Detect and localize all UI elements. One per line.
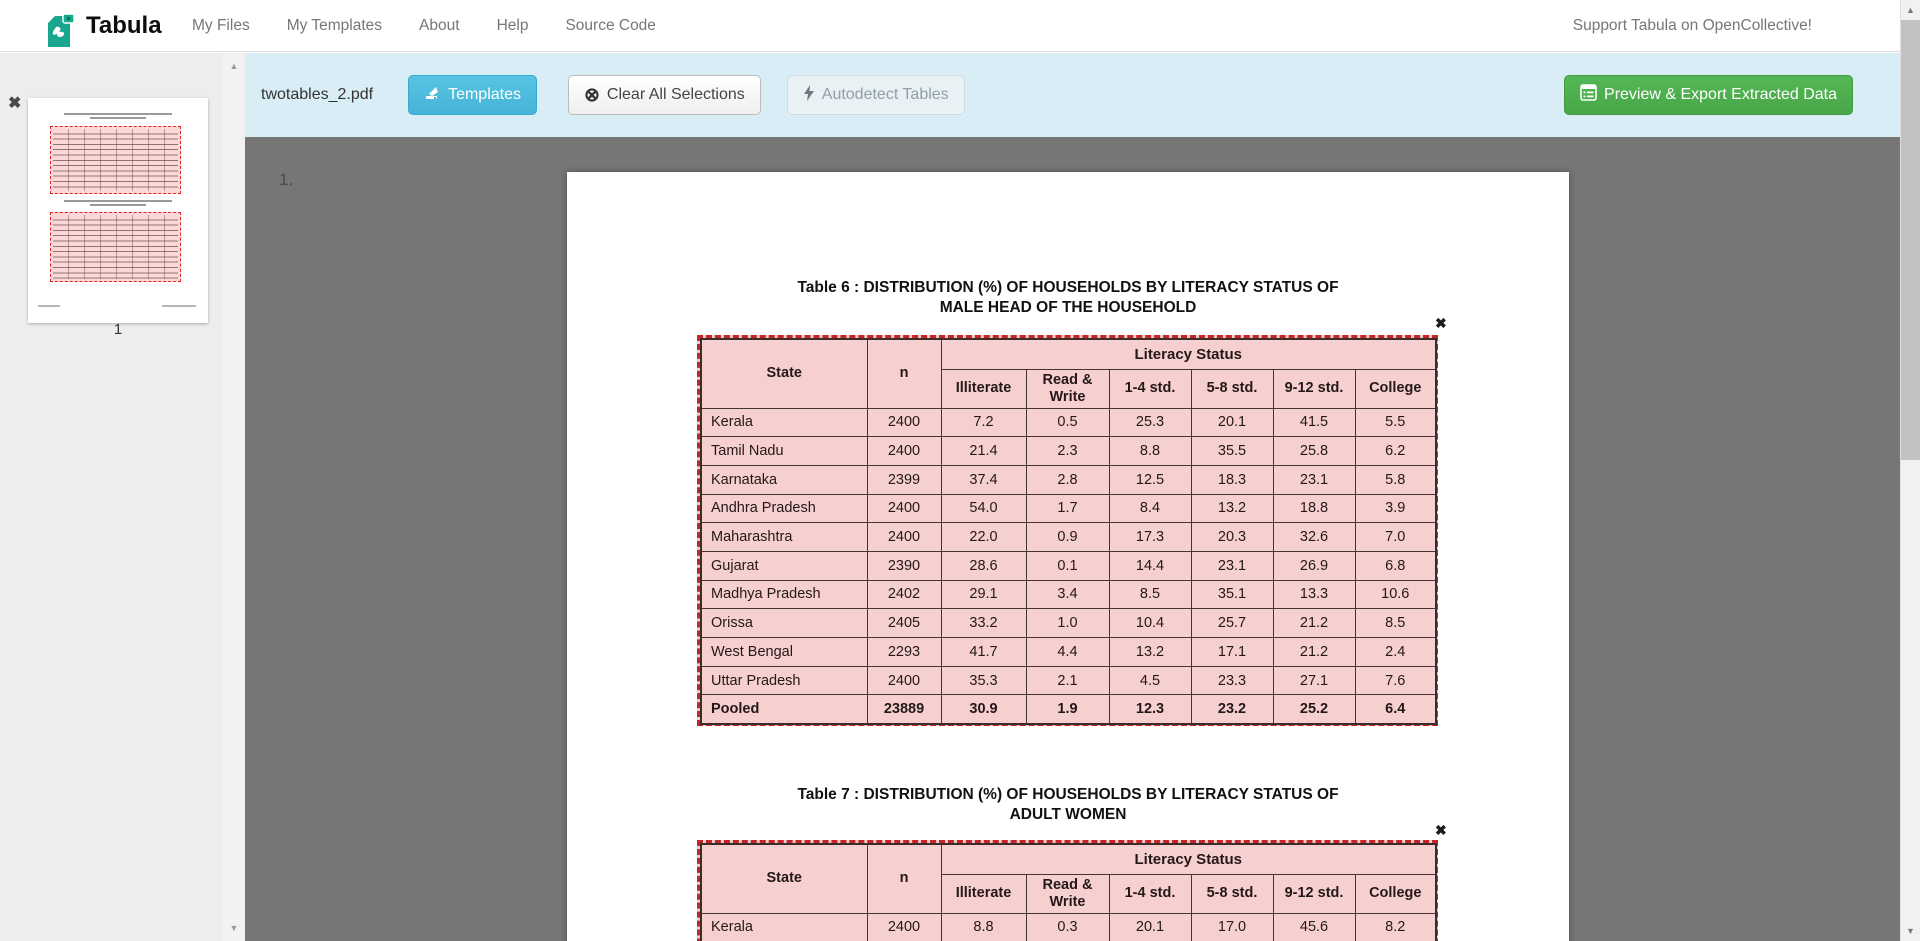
scroll-down-icon[interactable]: ▼ <box>223 923 245 933</box>
thumbnail-page-number: 1 <box>28 321 208 338</box>
page-index-label: 1. <box>279 170 293 190</box>
table-list-icon <box>1580 84 1597 106</box>
nav-item-my-templates[interactable]: My Templates <box>287 17 382 35</box>
pdf-viewer: 1. Table 6 : DISTRIBUTION (%) OF HOUSEHO… <box>245 137 1900 941</box>
table-row: Uttar Pradesh240035.32.14.523.327.17.6 <box>701 666 1436 695</box>
circle-x-icon: ⊗ <box>584 86 600 105</box>
thumbnail-sidebar: ✖ 1 ▲ ▼ <box>0 53 245 941</box>
sidebar-scrollbar[interactable]: ▲ ▼ <box>223 53 245 941</box>
extracted-table: StatenLiteracy StatusIlliterateRead & Wr… <box>700 338 1437 725</box>
mini-title-table7 <box>28 200 208 206</box>
table-row: Andhra Pradesh240054.01.78.413.218.83.9 <box>701 494 1436 523</box>
lightning-bolt-icon <box>803 85 815 106</box>
nav-item-about[interactable]: About <box>419 17 460 35</box>
mini-title-table6 <box>28 113 208 119</box>
brand-title: Tabula <box>86 12 162 40</box>
navbar: Tabula My Files My Templates About Help … <box>0 0 1900 52</box>
nav-links: My Files My Templates About Help Source … <box>192 0 656 52</box>
toolbar: twotables_2.pdf Templates ⊗ Clear All Se… <box>245 53 1900 137</box>
page-thumbnail[interactable] <box>28 98 208 323</box>
scrollbar-thumb[interactable] <box>1901 20 1920 460</box>
scroll-up-icon[interactable]: ▲ <box>223 61 245 71</box>
selection1-close-icon[interactable]: ✖ <box>1435 316 1447 330</box>
tabula-app: Tabula My Files My Templates About Help … <box>0 0 1920 941</box>
table-row: Orissa240533.21.010.425.721.28.5 <box>701 609 1436 638</box>
pdf-filename: twotables_2.pdf <box>261 86 373 104</box>
window-scrollbar[interactable]: ▲ ▼ <box>1900 0 1920 941</box>
table6-title: Table 6 : DISTRIBUTION (%) OF HOUSEHOLDS… <box>567 278 1569 318</box>
main-panel: twotables_2.pdf Templates ⊗ Clear All Se… <box>245 53 1900 941</box>
table-row: Gujarat239028.60.114.423.126.96.8 <box>701 551 1436 580</box>
table-row: Maharashtra240022.00.917.320.332.67.0 <box>701 523 1436 552</box>
scroll-down-icon[interactable]: ▼ <box>1901 926 1920 936</box>
extracted-table: StatenLiteracy StatusIlliterateRead & Wr… <box>700 843 1437 941</box>
table7-selection[interactable]: StatenLiteracy StatusIlliterateRead & Wr… <box>697 840 1438 941</box>
table-row: Pooled2388930.91.912.323.225.26.4 <box>701 695 1436 724</box>
nav-item-help[interactable]: Help <box>497 17 529 35</box>
template-save-icon <box>424 85 441 106</box>
table-row: West Bengal229341.74.413.217.121.22.4 <box>701 638 1436 667</box>
templates-button[interactable]: Templates <box>408 75 537 115</box>
table6-selection[interactable]: StatenLiteracy StatusIlliterateRead & Wr… <box>697 335 1438 726</box>
nav-item-my-files[interactable]: My Files <box>192 17 250 35</box>
mini-footer-right <box>162 305 196 307</box>
table-row: Tamil Nadu240021.42.38.835.525.86.2 <box>701 437 1436 466</box>
table-row: Karnataka239937.42.812.518.323.15.8 <box>701 465 1436 494</box>
table7-title: Table 7 : DISTRIBUTION (%) OF HOUSEHOLDS… <box>567 785 1569 825</box>
selection2-close-icon[interactable]: ✖ <box>1435 823 1447 837</box>
mini-footer-left <box>38 305 60 307</box>
table-row: Madhya Pradesh240229.13.48.535.113.310.6 <box>701 580 1436 609</box>
preview-export-button[interactable]: Preview & Export Extracted Data <box>1564 75 1853 115</box>
tabula-logo-icon <box>46 11 76 49</box>
nav-item-source-code[interactable]: Source Code <box>565 17 655 35</box>
pdf-page: Table 6 : DISTRIBUTION (%) OF HOUSEHOLDS… <box>567 172 1569 941</box>
mini-selection-table6 <box>50 126 181 194</box>
page-close-icon[interactable]: ✖ <box>8 93 21 113</box>
mini-selection-table7 <box>50 212 181 282</box>
support-link[interactable]: Support Tabula on OpenCollective! <box>1573 0 1812 52</box>
table-row: Kerala24007.20.525.320.141.55.5 <box>701 408 1436 437</box>
table-row: Kerala24008.80.320.117.045.68.2 <box>701 913 1436 941</box>
autodetect-tables-button: Autodetect Tables <box>787 75 965 115</box>
clear-all-selections-button[interactable]: ⊗ Clear All Selections <box>568 75 761 115</box>
scroll-up-icon[interactable]: ▲ <box>1901 5 1920 15</box>
